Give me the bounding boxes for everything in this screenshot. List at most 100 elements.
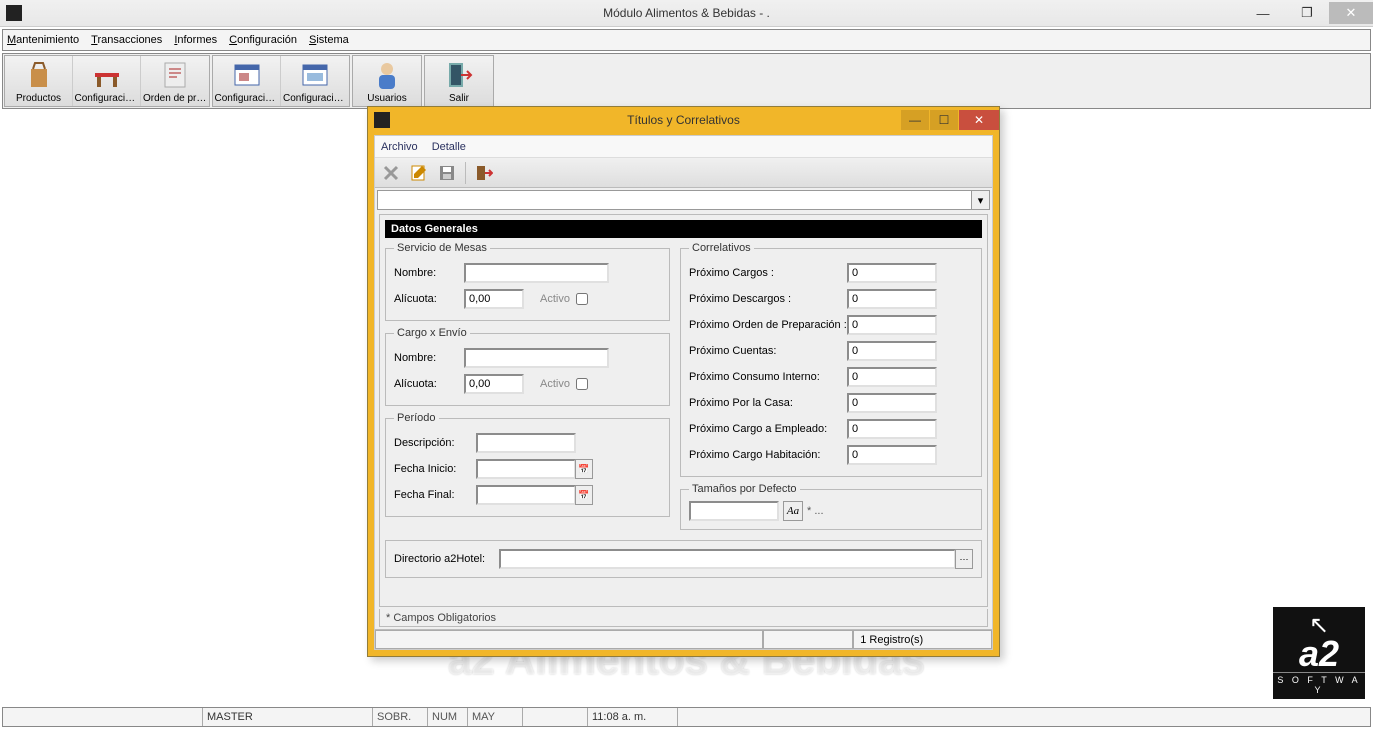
font-picker-button[interactable]: Aa <box>783 501 803 521</box>
label-periodo-inicio: Fecha Inicio: <box>394 463 476 475</box>
fieldset-servicio-mesas: Servicio de Mesas Nombre: Alícuota: Acti… <box>385 242 670 321</box>
exit-icon <box>443 59 475 91</box>
main-statusbar: MASTER SOBR. NUM MAY 11:08 a. m. <box>2 707 1371 727</box>
input-mesas-nombre[interactable] <box>464 263 609 283</box>
date-picker-icon[interactable]: 📅 <box>575 459 593 479</box>
main-menu: Mantenimiento Transacciones Informes Con… <box>2 29 1371 51</box>
input-correl-7[interactable] <box>847 445 937 465</box>
a2-logo: ↖ a2 S O F T W A Y <box>1273 607 1365 699</box>
label-correl-4: Próximo Consumo Interno: <box>689 371 847 383</box>
modal-status-registros: 1 Registro(s) <box>853 630 992 649</box>
input-periodo-final[interactable] <box>476 485 576 505</box>
menu-configuracion[interactable]: Configuración <box>229 34 297 46</box>
modal-delete-button[interactable] <box>379 161 403 185</box>
modal-toolbar <box>375 158 992 188</box>
checkbox-envio-activo[interactable] <box>576 378 588 390</box>
status-cell-sobr: SOBR. <box>373 708 428 726</box>
toolbar-separator <box>465 162 466 184</box>
main-titlebar: Módulo Alimentos & Bebidas - . — ❐ ✕ <box>0 0 1373 27</box>
legend-periodo: Período <box>394 412 439 424</box>
toolbar-config-1[interactable]: Configuración d... <box>213 56 281 106</box>
modal-maximize-button[interactable]: ☐ <box>930 110 958 130</box>
label-mesas-alicuota: Alícuota: <box>394 293 464 305</box>
modal-minimize-button[interactable]: — <box>901 110 929 130</box>
status-cell-time: 11:08 a. m. <box>588 708 678 726</box>
tamano-hint: * ... <box>807 505 824 517</box>
checkbox-mesas-activo[interactable] <box>576 293 588 305</box>
input-correl-2[interactable] <box>847 315 937 335</box>
legend-tamanos: Tamaños por Defecto <box>689 483 800 495</box>
input-periodo-inicio[interactable] <box>476 459 576 479</box>
save-icon <box>438 164 456 182</box>
main-minimize-button[interactable]: — <box>1241 2 1285 24</box>
modal-edit-button[interactable] <box>407 161 431 185</box>
chevron-down-icon: ▾ <box>971 191 989 209</box>
status-cell-may: MAY <box>468 708 523 726</box>
input-correl-1[interactable] <box>847 289 937 309</box>
status-cell-rest <box>678 708 1370 726</box>
toolbar-productos[interactable]: Productos <box>5 56 73 106</box>
label-periodo-desc: Descripción: <box>394 437 476 449</box>
label-mesas-nombre: Nombre: <box>394 267 464 279</box>
main-maximize-button[interactable]: ❐ <box>1285 2 1329 24</box>
label-correl-7: Próximo Cargo Habitación: <box>689 449 847 461</box>
modal-exit-button[interactable] <box>472 161 496 185</box>
input-correl-0[interactable] <box>847 263 937 283</box>
input-correl-4[interactable] <box>847 367 937 387</box>
window2-icon <box>299 59 331 91</box>
status-cell-empty1 <box>3 708 203 726</box>
menu-mantenimiento[interactable]: Mantenimiento <box>7 34 79 46</box>
toolbar-orden-preparacion[interactable]: Orden de prepar... <box>141 56 209 106</box>
status-cell-user: MASTER <box>203 708 373 726</box>
label-correl-2: Próximo Orden de Preparación : <box>689 319 847 331</box>
modal-app-icon <box>374 112 390 128</box>
label-correl-1: Próximo Descargos : <box>689 293 847 305</box>
input-correl-6[interactable] <box>847 419 937 439</box>
label-correl-6: Próximo Cargo a Empleado: <box>689 423 847 435</box>
browse-folder-button[interactable]: ⋯ <box>955 549 973 569</box>
modal-menu-detalle[interactable]: Detalle <box>432 141 466 153</box>
toolbar-config-2[interactable]: Configuración d... <box>281 56 349 106</box>
modal-menu: Archivo Detalle <box>375 136 992 158</box>
modal-close-button[interactable]: ✕ <box>959 110 999 130</box>
input-envio-alicuota[interactable] <box>464 374 524 394</box>
fieldset-correlativos: Correlativos Próximo Cargos :Próximo Des… <box>680 242 982 477</box>
user-icon <box>371 59 403 91</box>
status-cell-num: NUM <box>428 708 468 726</box>
bag-icon <box>23 59 55 91</box>
toolbar-config-mesas[interactable]: Configuración d... <box>73 56 141 106</box>
input-correl-5[interactable] <box>847 393 937 413</box>
input-correl-3[interactable] <box>847 341 937 361</box>
legend-correlativos: Correlativos <box>689 242 754 254</box>
toolbar-usuarios[interactable]: Usuarios <box>353 56 421 106</box>
main-close-button[interactable]: ✕ <box>1329 2 1373 24</box>
date-picker-icon[interactable]: 📅 <box>575 485 593 505</box>
label-periodo-final: Fecha Final: <box>394 489 476 501</box>
input-directorio[interactable] <box>499 549 956 569</box>
toolbar-salir[interactable]: Salir <box>425 56 493 106</box>
footer-note: * Campos Obligatorios <box>379 609 988 627</box>
window-icon <box>231 59 263 91</box>
main-toolbar: Productos Configuración d... Orden de pr… <box>2 53 1371 109</box>
input-mesas-alicuota[interactable] <box>464 289 524 309</box>
fieldset-cargo-envio: Cargo x Envío Nombre: Alícuota: Activo <box>385 327 670 406</box>
modal-statusbar: 1 Registro(s) <box>375 629 992 649</box>
edit-icon <box>410 164 428 182</box>
modal-titulos-correlativos: Títulos y Correlativos — ☐ ✕ Archivo Det… <box>367 106 1000 657</box>
menu-sistema[interactable]: Sistema <box>309 34 349 46</box>
modal-selector[interactable]: ▾ <box>375 188 992 212</box>
input-envio-nombre[interactable] <box>464 348 609 368</box>
input-periodo-desc[interactable] <box>476 433 576 453</box>
modal-status-cell-1 <box>375 630 763 649</box>
modal-save-button[interactable] <box>435 161 459 185</box>
menu-informes[interactable]: Informes <box>174 34 217 46</box>
logo-subtext: S O F T W A Y <box>1273 672 1365 695</box>
label-mesas-activo: Activo <box>540 293 570 305</box>
legend-mesas: Servicio de Mesas <box>394 242 490 254</box>
status-cell-empty2 <box>523 708 588 726</box>
menu-transacciones[interactable]: Transacciones <box>91 34 162 46</box>
input-tamano[interactable] <box>689 501 779 521</box>
modal-title: Títulos y Correlativos <box>627 113 740 127</box>
modal-menu-archivo[interactable]: Archivo <box>381 141 418 153</box>
main-title: Módulo Alimentos & Bebidas - . <box>603 6 770 20</box>
